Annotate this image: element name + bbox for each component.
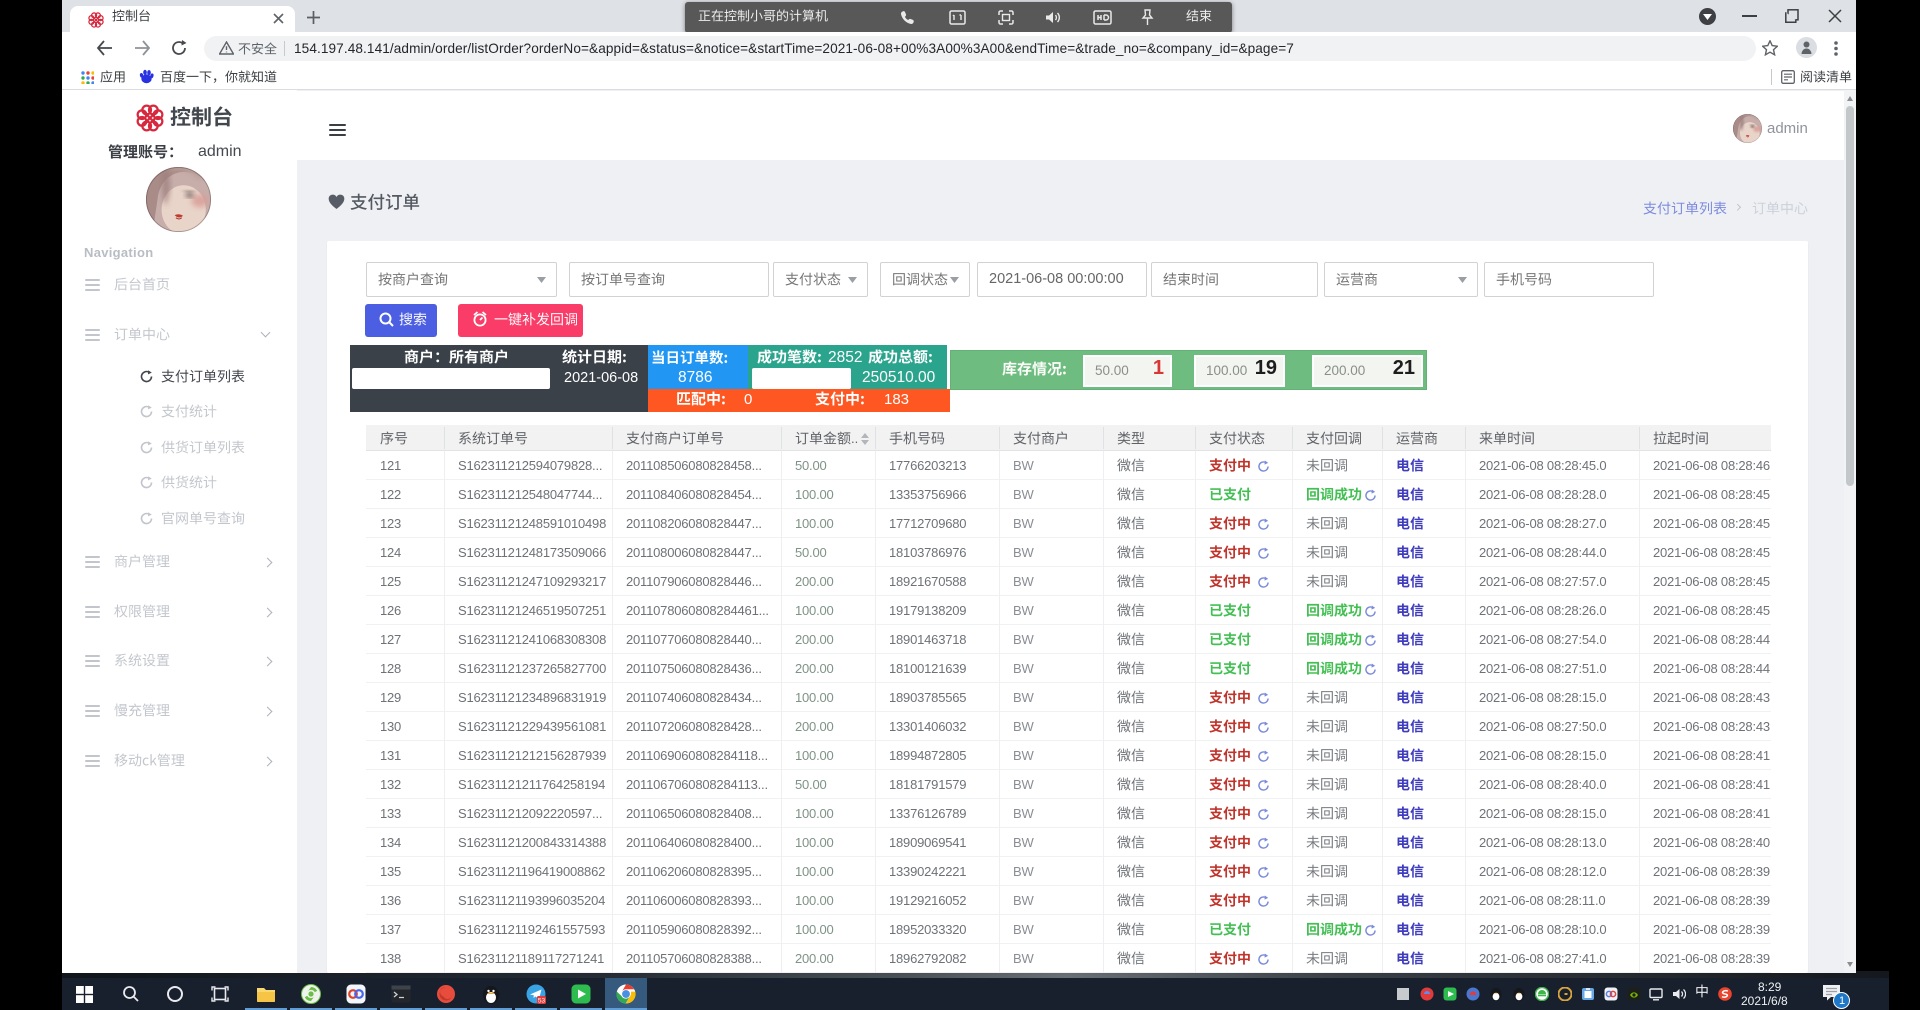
svg-text:53: 53 bbox=[538, 997, 546, 1004]
